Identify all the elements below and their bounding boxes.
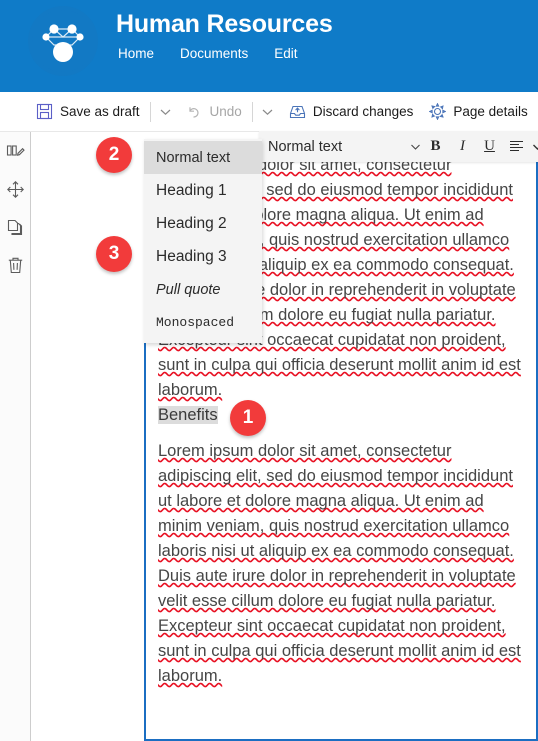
nav-edit[interactable]: Edit xyxy=(274,46,297,61)
save-as-draft-button[interactable]: Save as draft xyxy=(28,96,148,128)
dropdown-option-normal-text[interactable]: Normal text xyxy=(144,141,262,174)
text-style-dropdown-menu[interactable]: Normal text Heading 1 Heading 2 Heading … xyxy=(144,139,262,343)
duplicate-icon[interactable] xyxy=(3,215,27,239)
nav-home[interactable]: Home xyxy=(118,46,154,61)
dropdown-option-pull-quote[interactable]: Pull quote xyxy=(144,273,262,306)
page-details-label: Page details xyxy=(453,104,528,119)
page-canvas: Normal text B I U Lorem ipsum dolor sit … xyxy=(31,131,538,741)
section-toolbar-rail xyxy=(0,132,31,741)
paragraph-below-text: Lorem ipsum dolor sit amet, consectetur … xyxy=(158,442,521,685)
undo-options-chevron-down-icon[interactable] xyxy=(255,96,281,128)
site-header: Human Resources Home Documents Edit xyxy=(0,0,538,92)
discard-changes-label: Discard changes xyxy=(312,104,414,119)
dropdown-option-heading-1[interactable]: Heading 1 xyxy=(144,174,262,207)
align-options-chevron-down-icon[interactable] xyxy=(530,133,538,160)
text-style-dropdown-value[interactable]: Normal text xyxy=(268,139,408,155)
callout-badge-3: 3 xyxy=(96,236,132,272)
dropdown-option-heading-3[interactable]: Heading 3 xyxy=(144,240,262,273)
toolbar-divider-2 xyxy=(251,101,253,122)
move-icon[interactable] xyxy=(3,177,27,201)
nav-documents[interactable]: Documents xyxy=(180,46,248,61)
undo-arrow-icon xyxy=(187,104,203,120)
callout-badge-1: 1 xyxy=(230,400,266,436)
workspace: Normal text B I U Lorem ipsum dolor sit … xyxy=(0,131,538,741)
section-paragraph-below[interactable]: Lorem ipsum dolor sit amet, consectetur … xyxy=(158,439,524,689)
page-details-button[interactable]: Page details xyxy=(421,96,535,128)
dropdown-option-heading-2[interactable]: Heading 2 xyxy=(144,207,262,240)
undo-button[interactable]: Undo xyxy=(179,96,250,128)
network-nodes-logo-icon xyxy=(32,10,94,72)
callout-badge-2: 2 xyxy=(96,137,132,173)
save-as-draft-label: Save as draft xyxy=(60,104,140,119)
text-style-chevron-down-icon[interactable] xyxy=(408,133,422,160)
italic-button[interactable]: I xyxy=(449,133,476,160)
align-left-icon[interactable] xyxy=(503,133,530,160)
delete-icon[interactable] xyxy=(3,253,27,277)
formatting-toolbar: Normal text B I U xyxy=(259,131,538,162)
edit-section-icon[interactable] xyxy=(3,139,27,163)
heading-line[interactable]: Benefits xyxy=(158,403,524,428)
dropdown-option-monospaced[interactable]: Monospaced xyxy=(144,306,262,339)
site-logo xyxy=(28,6,98,76)
gear-icon xyxy=(429,103,447,120)
site-nav: Home Documents Edit xyxy=(118,46,298,61)
save-floppy-icon xyxy=(36,103,53,120)
save-options-chevron-down-icon[interactable] xyxy=(153,96,179,128)
discard-changes-button[interactable]: Discard changes xyxy=(281,96,422,128)
underline-button[interactable]: U xyxy=(476,133,503,160)
section-heading-benefits[interactable]: Benefits xyxy=(158,406,218,424)
toolbar-divider-1 xyxy=(149,101,151,122)
undo-label: Undo xyxy=(209,104,242,119)
bold-button[interactable]: B xyxy=(422,133,449,160)
discard-tray-icon xyxy=(289,104,306,120)
command-bar: Save as draft Undo Discard changes Page … xyxy=(0,92,538,132)
site-title: Human Resources xyxy=(116,10,333,38)
